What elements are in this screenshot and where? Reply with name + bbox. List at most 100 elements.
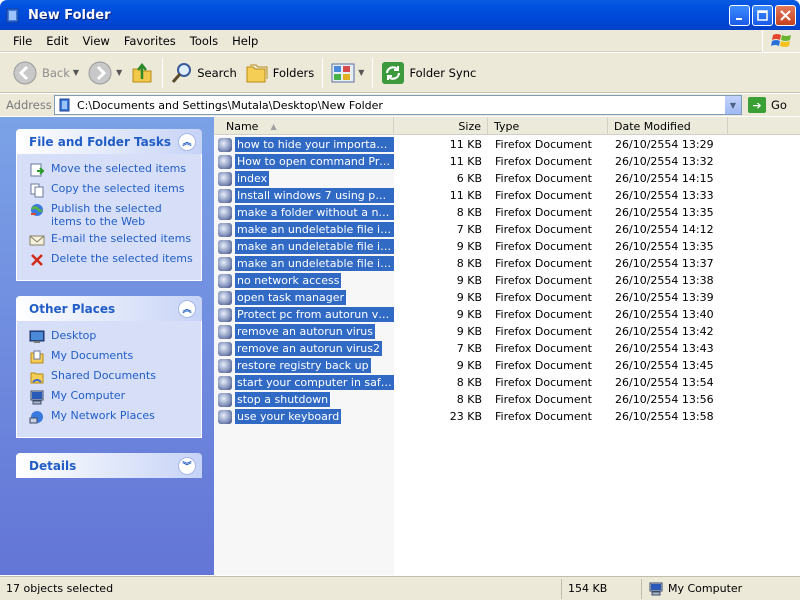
task-publish[interactable]: Publish the selected items to the Web [29,202,193,228]
folders-button[interactable]: Folders [241,56,319,90]
maximize-button[interactable] [752,5,773,26]
panel-title: Details [29,458,77,473]
delete-icon [31,254,43,266]
back-dropdown-icon[interactable]: ▼ [73,68,79,77]
title-bar[interactable]: New Folder [0,0,800,30]
file-type: Firefox Document [495,359,592,372]
file-row[interactable]: remove an autorun virus 9 KB Firefox Docum… [214,323,800,340]
file-date: 26/10/2554 13:54 [615,376,714,389]
firefox-document-icon [218,205,232,220]
file-row[interactable]: make an undeletable file in wi... 8 KB Fir… [214,255,800,272]
minimize-button[interactable] [729,5,750,26]
file-row[interactable]: make an undeletable file in linux 7 KB Fir… [214,221,800,238]
column-date-modified[interactable]: Date Modified [608,117,728,135]
place-label: Shared Documents [51,369,156,382]
file-row[interactable]: Protect pc from autorun viruses 9 KB Firef… [214,306,800,323]
file-row[interactable]: remove an autorun virus2 7 KB Firefox Docu… [214,340,800,357]
file-row[interactable]: make an undeletable file in wi... 9 KB Fir… [214,238,800,255]
menu-help[interactable]: Help [225,34,265,48]
place-my-network-places[interactable]: My Network Places [29,409,193,425]
other-places-panel: Other Places ︽ Desktop My Documents Shar… [16,296,202,438]
file-date: 26/10/2554 13:35 [615,206,714,219]
file-date: 26/10/2554 14:15 [615,172,714,185]
firefox-document-icon [218,392,232,407]
folder-sync-button[interactable]: Folder Sync [377,56,480,90]
collapse-icon[interactable]: ︽ [178,132,196,151]
task-delete[interactable]: Delete the selected items [29,252,193,268]
menu-edit[interactable]: Edit [39,34,75,48]
file-size: 23 KB [449,410,482,423]
search-button[interactable]: Search [167,56,241,90]
file-row[interactable]: start your computer in safe m... 8 KB Fire… [214,374,800,391]
toolbar: Back ▼ ▼ Search Folders ▼ Folder Sync [0,53,800,93]
menu-bar: File Edit View Favorites Tools Help [0,30,800,52]
column-date-label: Date Modified [614,119,691,133]
firefox-document-icon [218,171,232,186]
status-size: 154 KB [562,578,642,599]
file-name: stop a shutdown [235,392,331,407]
file-name-cell: Protect pc from autorun viruses [214,307,394,322]
file-tasks-header[interactable]: File and Folder Tasks ︽ [16,129,202,154]
place-my-computer[interactable]: My Computer [29,389,193,405]
menu-file[interactable]: File [6,34,39,48]
firefox-document-icon [218,290,232,305]
file-row[interactable]: make a folder without a name 8 KB Firefox … [214,204,800,221]
menu-tools[interactable]: Tools [183,34,225,48]
firefox-document-icon [218,137,232,152]
file-row[interactable]: Install windows 7 using pen dr... 11 KB Fi… [214,187,800,204]
expand-icon[interactable]: ︾ [178,456,196,475]
menu-view[interactable]: View [76,34,117,48]
close-icon [780,10,791,21]
views-button[interactable]: ▼ [327,56,368,90]
file-date: 26/10/2554 14:12 [615,223,714,236]
file-row[interactable]: How to open command Prompt 11 KB Firefox D… [214,153,800,170]
back-label: Back [42,65,70,80]
file-date: 26/10/2554 13:45 [615,359,714,372]
forward-dropdown-icon[interactable]: ▼ [116,68,122,77]
folders-label: Folders [272,65,315,80]
forward-button[interactable]: ▼ [83,56,126,90]
file-row[interactable]: open task manager 9 KB Firefox Document 26/… [214,289,800,306]
go-button[interactable]: ➔ Go [748,97,787,113]
column-size[interactable]: Size [394,117,488,135]
column-type[interactable]: Type [488,117,608,135]
task-move[interactable]: Move the selected items [29,162,193,178]
address-dropdown-button[interactable]: ▼ [724,96,741,114]
file-name: make a folder without a name [235,205,394,220]
details-header[interactable]: Details ︾ [16,453,202,478]
collapse-icon[interactable]: ︽ [178,299,196,318]
file-row[interactable]: restore registry back up 9 KB Firefox Docu… [214,357,800,374]
place-my-documents[interactable]: My Documents [29,349,193,365]
file-row[interactable]: stop a shutdown 8 KB Firefox Document 26/10… [214,391,800,408]
place-desktop[interactable]: Desktop [29,329,193,345]
firefox-document-icon [218,341,232,356]
up-folder-button[interactable] [126,56,158,90]
task-copy[interactable]: Copy the selected items [29,182,193,198]
place-label: Desktop [51,329,97,342]
status-selection: 17 objects selected [0,578,562,599]
file-size: 8 KB [456,376,482,389]
file-date: 26/10/2554 13:56 [615,393,714,406]
details-panel: Details ︾ [16,453,202,478]
file-type: Firefox Document [495,240,592,253]
file-name: start your computer in safe m... [235,375,394,390]
toolbar-separator [162,57,164,88]
file-name: make an undeletable file in wi... [235,239,394,254]
views-dropdown-icon[interactable]: ▼ [358,68,364,77]
file-name-cell: how to hide your important files [214,137,394,152]
file-row[interactable]: no network access 9 KB Firefox Document 26/… [214,272,800,289]
place-shared-documents[interactable]: Shared Documents [29,369,193,385]
menu-favorites[interactable]: Favorites [117,34,183,48]
file-row[interactable]: index 6 KB Firefox Document 26/10/2554 14:1… [214,170,800,187]
column-name[interactable]: Name ▲ [214,117,394,135]
file-row[interactable]: use your keyboard 23 KB Firefox Document 26… [214,408,800,425]
back-button[interactable]: Back ▼ [8,56,83,90]
file-list-view[interactable]: Name ▲ Size Type Date Modified how to hi… [214,117,800,575]
other-places-header[interactable]: Other Places ︽ [16,296,202,321]
file-date: 26/10/2554 13:38 [615,274,714,287]
file-row[interactable]: how to hide your important files 11 KB Fir… [214,136,800,153]
address-path: C:\Documents and Settings\Mutala\Desktop… [77,98,383,112]
address-input[interactable]: C:\Documents and Settings\Mutala\Desktop… [54,95,742,115]
close-button[interactable] [775,5,796,26]
task-email[interactable]: E-mail the selected items [29,232,193,248]
